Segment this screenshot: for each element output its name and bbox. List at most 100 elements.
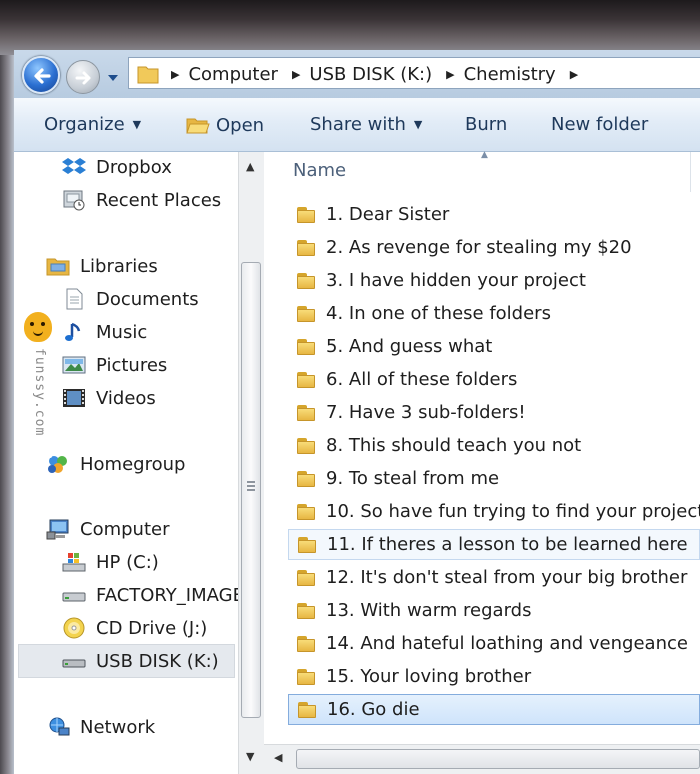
organize-button[interactable]: Organize ▼ [44,114,141,135]
nav-item-label: Recent Places [96,189,222,211]
folder-row[interactable]: 5. And guess what [288,331,700,362]
scroll-up-arrow-icon[interactable]: ▲ [246,160,254,173]
nav-item-network[interactable]: Network [46,716,155,738]
folder-row[interactable]: 15. Your loving brother [288,661,700,692]
folder-row[interactable]: 2. As revenge for stealing my $20 [288,232,700,263]
window-top-background [0,0,700,55]
folder-name: 1. Dear Sister [326,204,450,225]
breadcrumb-separator-icon[interactable]: ▶ [570,68,578,81]
nav-item-label: Network [80,716,156,738]
folder-row[interactable]: 11. If theres a lesson to be learned her… [288,529,700,560]
folder-row[interactable]: 12. It's don't steal from your big broth… [288,562,700,593]
hard-drive-icon [62,584,86,606]
folder-name: 3. I have hidden your project [326,270,586,291]
forward-arrow-icon [75,71,91,85]
nav-item-label: Documents [96,288,199,310]
breadcrumb-separator-icon[interactable]: ▶ [171,68,179,81]
breadcrumb: ▶ Computer ▶ USB DISK (K:) ▶ Chemistry ▶ [167,62,587,86]
usb-drive-icon [62,650,86,672]
sort-ascending-icon: ▲ [481,150,488,160]
folder-name: 4. In one of these folders [326,303,551,324]
breadcrumb-separator-icon[interactable]: ▶ [292,68,300,81]
nav-item-label: Libraries [80,255,158,277]
folder-name: 10. So have fun trying to find your proj… [326,501,700,522]
folder-name: 2. As revenge for stealing my $20 [326,237,632,258]
breadcrumb-item-usb-disk[interactable]: USB DISK (K:) [309,64,432,85]
folder-row[interactable]: 13. With warm regards [288,595,700,626]
nav-item-pictures[interactable]: Pictures [62,354,167,376]
nav-item-factory-image[interactable]: FACTORY_IMAGE [62,584,244,606]
breadcrumb-item-computer[interactable]: Computer [188,64,277,85]
folder-name: 12. It's don't steal from your big broth… [326,567,688,588]
file-list-horizontal-scrollbar[interactable]: ◀ [264,744,700,774]
folder-icon [295,534,319,556]
folder-row[interactable]: 3. I have hidden your project [288,265,700,296]
folder-row[interactable]: 4. In one of these folders [288,298,700,329]
nav-item-hp-drive[interactable]: HP (C:) [62,551,159,573]
computer-icon [46,518,70,540]
nav-item-usb-disk[interactable]: USB DISK (K:) [62,650,219,672]
nav-item-videos[interactable]: Videos [62,387,156,409]
open-folder-icon [186,118,210,134]
nav-item-label: Pictures [96,354,168,376]
window-left-frame [0,55,14,774]
nav-item-recent-places[interactable]: Recent Places [62,189,221,211]
nav-item-label: Music [96,321,148,343]
watermark-text: funssy.com [32,348,47,437]
back-button[interactable] [22,56,60,94]
folder-row[interactable]: 7. Have 3 sub-folders! [288,397,700,428]
nav-item-homegroup[interactable]: Homegroup [46,453,185,475]
folder-name: 11. If theres a lesson to be learned her… [327,534,688,555]
nav-item-computer[interactable]: Computer [46,518,169,540]
horizontal-scroll-thumb[interactable] [296,749,700,769]
recent-pages-button[interactable] [106,68,120,81]
nav-item-music[interactable]: Music [62,321,147,343]
nav-item-documents[interactable]: Documents [62,288,199,310]
mascot-face-icon [24,312,52,342]
column-divider[interactable] [690,152,691,192]
open-button[interactable]: Open [186,114,264,136]
nav-item-label: Dropbox [96,156,172,178]
nav-item-label: USB DISK (K:) [96,650,219,672]
folder-row[interactable]: 1. Dear Sister [288,199,700,230]
folder-icon [294,270,318,292]
address-bar[interactable]: ▶ Computer ▶ USB DISK (K:) ▶ Chemistry ▶ [128,57,700,89]
burn-button[interactable]: Burn [465,114,507,135]
breadcrumb-separator-icon[interactable]: ▶ [446,68,454,81]
folder-icon [294,435,318,457]
folder-name: 9. To steal from me [326,468,500,489]
nav-item-dropbox[interactable]: Dropbox [62,156,172,178]
folder-row[interactable]: 14. And hateful loathing and vengeance [288,628,700,659]
nav-item-label: CD Drive (J:) [96,617,208,639]
documents-icon [62,288,86,310]
folder-row[interactable]: 8. This should teach you not [288,430,700,461]
folder-row[interactable]: 16. Go die [288,694,700,725]
nav-item-label: Videos [96,387,156,409]
new-folder-button[interactable]: New folder [551,114,648,135]
folder-icon [137,66,159,84]
folder-row[interactable]: 9. To steal from me [288,463,700,494]
libraries-icon [46,255,70,277]
scroll-left-arrow-icon[interactable]: ◀ [274,751,282,764]
back-arrow-icon [34,68,51,84]
folder-name: 14. And hateful loathing and vengeance [326,633,688,654]
chevron-down-icon: ▼ [413,118,423,131]
nav-item-cd-drive[interactable]: CD Drive (J:) [62,617,207,639]
cd-drive-icon [62,617,86,639]
folder-row[interactable]: 6. All of these folders [288,364,700,395]
nav-pane-scrollbar[interactable]: ▲ ▼ [238,152,264,774]
folder-name: 15. Your loving brother [326,666,532,687]
breadcrumb-item-chemistry[interactable]: Chemistry [464,64,556,85]
folder-icon [295,699,319,721]
folder-icon [294,303,318,325]
nav-item-libraries[interactable]: Libraries [46,255,158,277]
folder-icon [294,336,318,358]
folder-row[interactable]: 10. So have fun trying to find your proj… [288,496,700,527]
nav-pane-scroll-thumb[interactable] [241,262,261,718]
column-header-name[interactable]: Name [293,160,346,181]
share-with-button[interactable]: Share with ▼ [310,114,422,135]
folder-name: 7. Have 3 sub-folders! [326,402,526,423]
folder-icon [294,237,318,259]
forward-button[interactable] [66,60,100,94]
scroll-down-arrow-icon[interactable]: ▼ [246,750,254,763]
